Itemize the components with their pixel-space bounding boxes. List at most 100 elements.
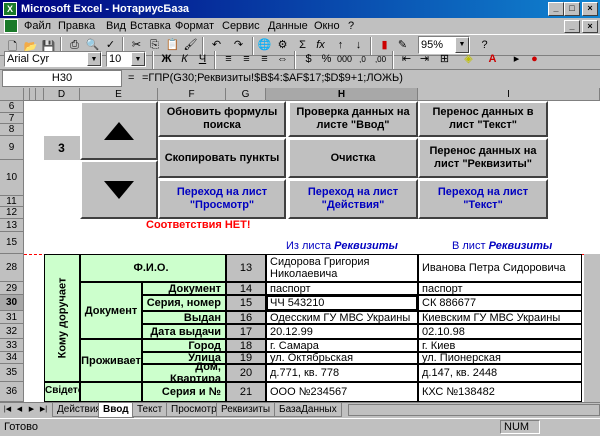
borders-icon[interactable]: ⊞	[436, 51, 453, 68]
field-from-value[interactable]: 20.12.99	[266, 324, 418, 339]
doc-icon[interactable]	[4, 19, 18, 33]
percent-button[interactable]: %	[318, 51, 335, 68]
align-left-icon[interactable]: ≡	[220, 51, 237, 68]
row-header[interactable]: 11	[0, 196, 24, 207]
font-color-icon[interactable]: A	[484, 51, 501, 68]
font-size-select[interactable]: 10 ▼	[106, 51, 146, 67]
field-from-value[interactable]: г. Самара	[266, 339, 418, 352]
align-right-icon[interactable]: ≡	[256, 51, 273, 68]
row-header[interactable]: 7	[0, 113, 24, 124]
tab-requisites[interactable]: Реквизиты	[216, 403, 276, 417]
increase-decimal-icon[interactable]: ,0	[354, 51, 371, 68]
bold-button[interactable]: Ж	[158, 51, 175, 68]
tab-database[interactable]: БазаДанных	[274, 403, 342, 417]
menu-edit[interactable]: Правка	[58, 18, 95, 35]
name-box[interactable]: H30	[2, 70, 122, 87]
field-from-value[interactable]: ООО №234567	[266, 382, 418, 402]
tab-view[interactable]: Просмотр	[166, 403, 222, 417]
excel-app-icon[interactable]: X	[3, 2, 17, 16]
field-to-value[interactable]: паспорт	[418, 282, 582, 295]
align-center-icon[interactable]: ≡	[238, 51, 255, 68]
select-all-corner[interactable]	[0, 88, 24, 101]
column-header-i[interactable]: I	[418, 88, 600, 101]
cell-d9[interactable]: 3	[44, 136, 80, 160]
close-icon[interactable]: ×	[582, 2, 598, 16]
italic-button[interactable]: К	[176, 51, 193, 68]
row-header[interactable]: 6	[0, 101, 24, 113]
field-to-value[interactable]: 02.10.98	[418, 324, 582, 339]
decrease-indent-icon[interactable]: ⇤	[398, 51, 415, 68]
row-header[interactable]: 35	[0, 364, 24, 382]
go-actions-button[interactable]: Переход на лист "Действия"	[288, 179, 418, 219]
clear-button[interactable]: Очистка	[288, 138, 418, 178]
vertical-scrollbar[interactable]	[584, 254, 600, 402]
prev-sheet-icon[interactable]: ◀	[14, 404, 25, 416]
row-header[interactable]: 28	[0, 254, 24, 282]
column-header-f[interactable]: F	[158, 88, 226, 101]
menu-view[interactable]: Вид	[106, 18, 126, 35]
field-to-value[interactable]: г. Киев	[418, 339, 582, 352]
field-to-value[interactable]: СК 886677	[418, 295, 582, 311]
menu-insert[interactable]: Вставка	[130, 18, 171, 35]
field-from-value[interactable]: Одесским ГУ МВС Украины	[266, 311, 418, 324]
first-sheet-icon[interactable]: |◀	[2, 404, 13, 416]
scroll-up-button[interactable]	[80, 101, 158, 160]
row-header[interactable]: 34	[0, 352, 24, 364]
row-header[interactable]: 30	[0, 295, 24, 311]
check-data-button[interactable]: Проверка данных на листе "Ввод"	[288, 101, 418, 137]
row-header[interactable]: 8	[0, 124, 24, 136]
next-sheet-icon[interactable]: ▶	[26, 404, 37, 416]
field-to-value[interactable]: Киевским ГУ МВС Украины	[418, 311, 582, 324]
row-header[interactable]: 36	[0, 382, 24, 402]
options-icon[interactable]: ▸	[508, 51, 525, 68]
font-select[interactable]: Arial Cyr ▼	[4, 51, 102, 67]
row-header[interactable]: 33	[0, 339, 24, 352]
field-to-value[interactable]: ул. Пионерская	[418, 352, 582, 364]
field-from-value[interactable]: паспорт	[266, 282, 418, 295]
worksheet-grid[interactable]: D E F G H I 6 7 8 9 10 11 12 13 15 28 29…	[0, 88, 600, 402]
maximize-icon[interactable]: □	[564, 2, 580, 16]
column-header-d[interactable]: D	[44, 88, 80, 101]
fio-to[interactable]: Иванова Петра Сидоровича	[418, 254, 582, 282]
merge-center-icon[interactable]: ⇔	[274, 51, 291, 68]
go-text-button[interactable]: Переход на лист "Текст"	[418, 179, 548, 219]
row-header[interactable]: 13	[0, 219, 24, 232]
currency-button[interactable]: $	[300, 51, 317, 68]
underline-button[interactable]: Ч	[194, 51, 211, 68]
row-header[interactable]: 10	[0, 160, 24, 196]
decrease-decimal-icon[interactable]: ,00	[372, 51, 389, 68]
tab-text[interactable]: Текст	[132, 403, 168, 417]
menu-tools[interactable]: Сервис	[222, 18, 260, 35]
move-to-requisites-button[interactable]: Перенос данных на лист "Реквизиты"	[418, 138, 548, 178]
minimize-icon[interactable]: _	[548, 2, 564, 16]
last-sheet-icon[interactable]: ▶|	[38, 404, 49, 416]
increase-indent-icon[interactable]: ⇥	[416, 51, 433, 68]
formula-input[interactable]: =ГПР(G30;Реквизиты!$B$4:$AF$17;$D$9+1;ЛО…	[142, 70, 403, 87]
row-header[interactable]: 9	[0, 136, 24, 160]
record-icon[interactable]: ●	[526, 51, 543, 68]
fill-color-icon[interactable]: ◈	[460, 51, 477, 68]
horizontal-scrollbar[interactable]	[348, 404, 600, 416]
column-header-g[interactable]: G	[226, 88, 266, 101]
field-from-value[interactable]: ул. Октябрьская	[266, 352, 418, 364]
column-header-c[interactable]	[36, 88, 44, 101]
tab-input[interactable]: Ввод	[98, 403, 134, 418]
row-header[interactable]: 15	[0, 232, 24, 254]
field-from-value[interactable]: д.771, кв. 778	[266, 364, 418, 382]
comma-style-icon[interactable]: 000	[336, 51, 353, 68]
scroll-down-button[interactable]	[80, 160, 158, 219]
row-header[interactable]: 32	[0, 324, 24, 339]
field-to-value[interactable]: КХС №138482	[418, 382, 582, 402]
menu-data[interactable]: Данные	[268, 18, 308, 35]
doc-close-icon[interactable]: ×	[582, 20, 598, 33]
go-view-button[interactable]: Переход на лист "Просмотр"	[158, 179, 286, 219]
row-header[interactable]: 12	[0, 207, 24, 219]
move-to-text-button[interactable]: Перенос данных в лист "Текст"	[418, 101, 548, 137]
menu-file[interactable]: Файл	[24, 18, 51, 35]
menu-help[interactable]: ?	[348, 18, 354, 35]
row-header[interactable]: 29	[0, 282, 24, 295]
doc-minimize-icon[interactable]: _	[564, 20, 580, 33]
copy-items-button[interactable]: Скопировать пункты	[158, 138, 286, 178]
menu-window[interactable]: Окно	[314, 18, 340, 35]
column-header-h[interactable]: H	[266, 88, 418, 101]
